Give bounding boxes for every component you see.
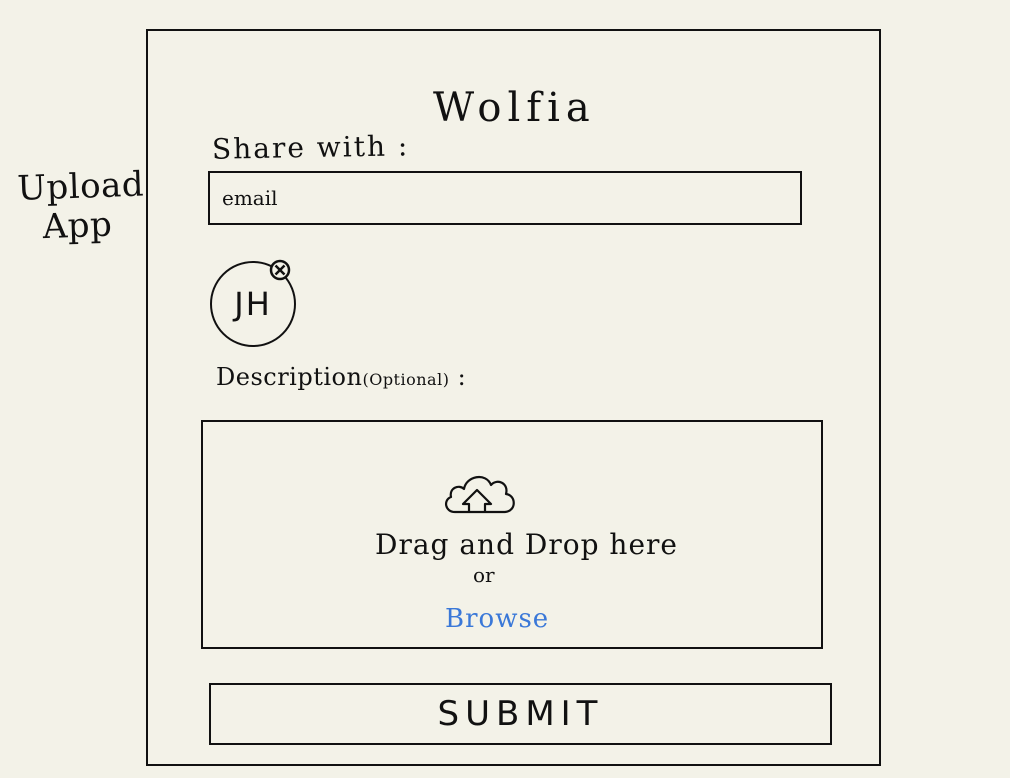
file-dropzone[interactable]: Drag and Drop here or Browse xyxy=(201,420,823,649)
or-text: or xyxy=(473,563,495,587)
submit-button[interactable]: SUBMIT xyxy=(209,683,832,745)
description-label-text: Description xyxy=(216,363,363,391)
page-side-label: Upload App xyxy=(17,165,145,248)
cloud-upload-icon xyxy=(445,476,515,514)
description-optional-text: (Optional) xyxy=(362,370,450,389)
app-title: Wolfia xyxy=(433,85,596,131)
drag-and-drop-text: Drag and Drop here xyxy=(375,528,678,561)
close-circle-icon[interactable] xyxy=(269,259,291,281)
recipient-initials: JH xyxy=(234,285,272,323)
browse-link[interactable]: Browse xyxy=(445,604,549,634)
side-label-line2: App xyxy=(41,204,113,248)
share-with-label: Share with : xyxy=(211,129,410,166)
description-colon: : xyxy=(457,363,467,391)
upload-form-panel: Wolfia Share with : JH Description(Optio… xyxy=(146,29,881,766)
side-label-line1: Upload xyxy=(16,164,145,209)
description-label: Description(Optional) : xyxy=(216,363,466,391)
email-input[interactable] xyxy=(208,171,802,225)
